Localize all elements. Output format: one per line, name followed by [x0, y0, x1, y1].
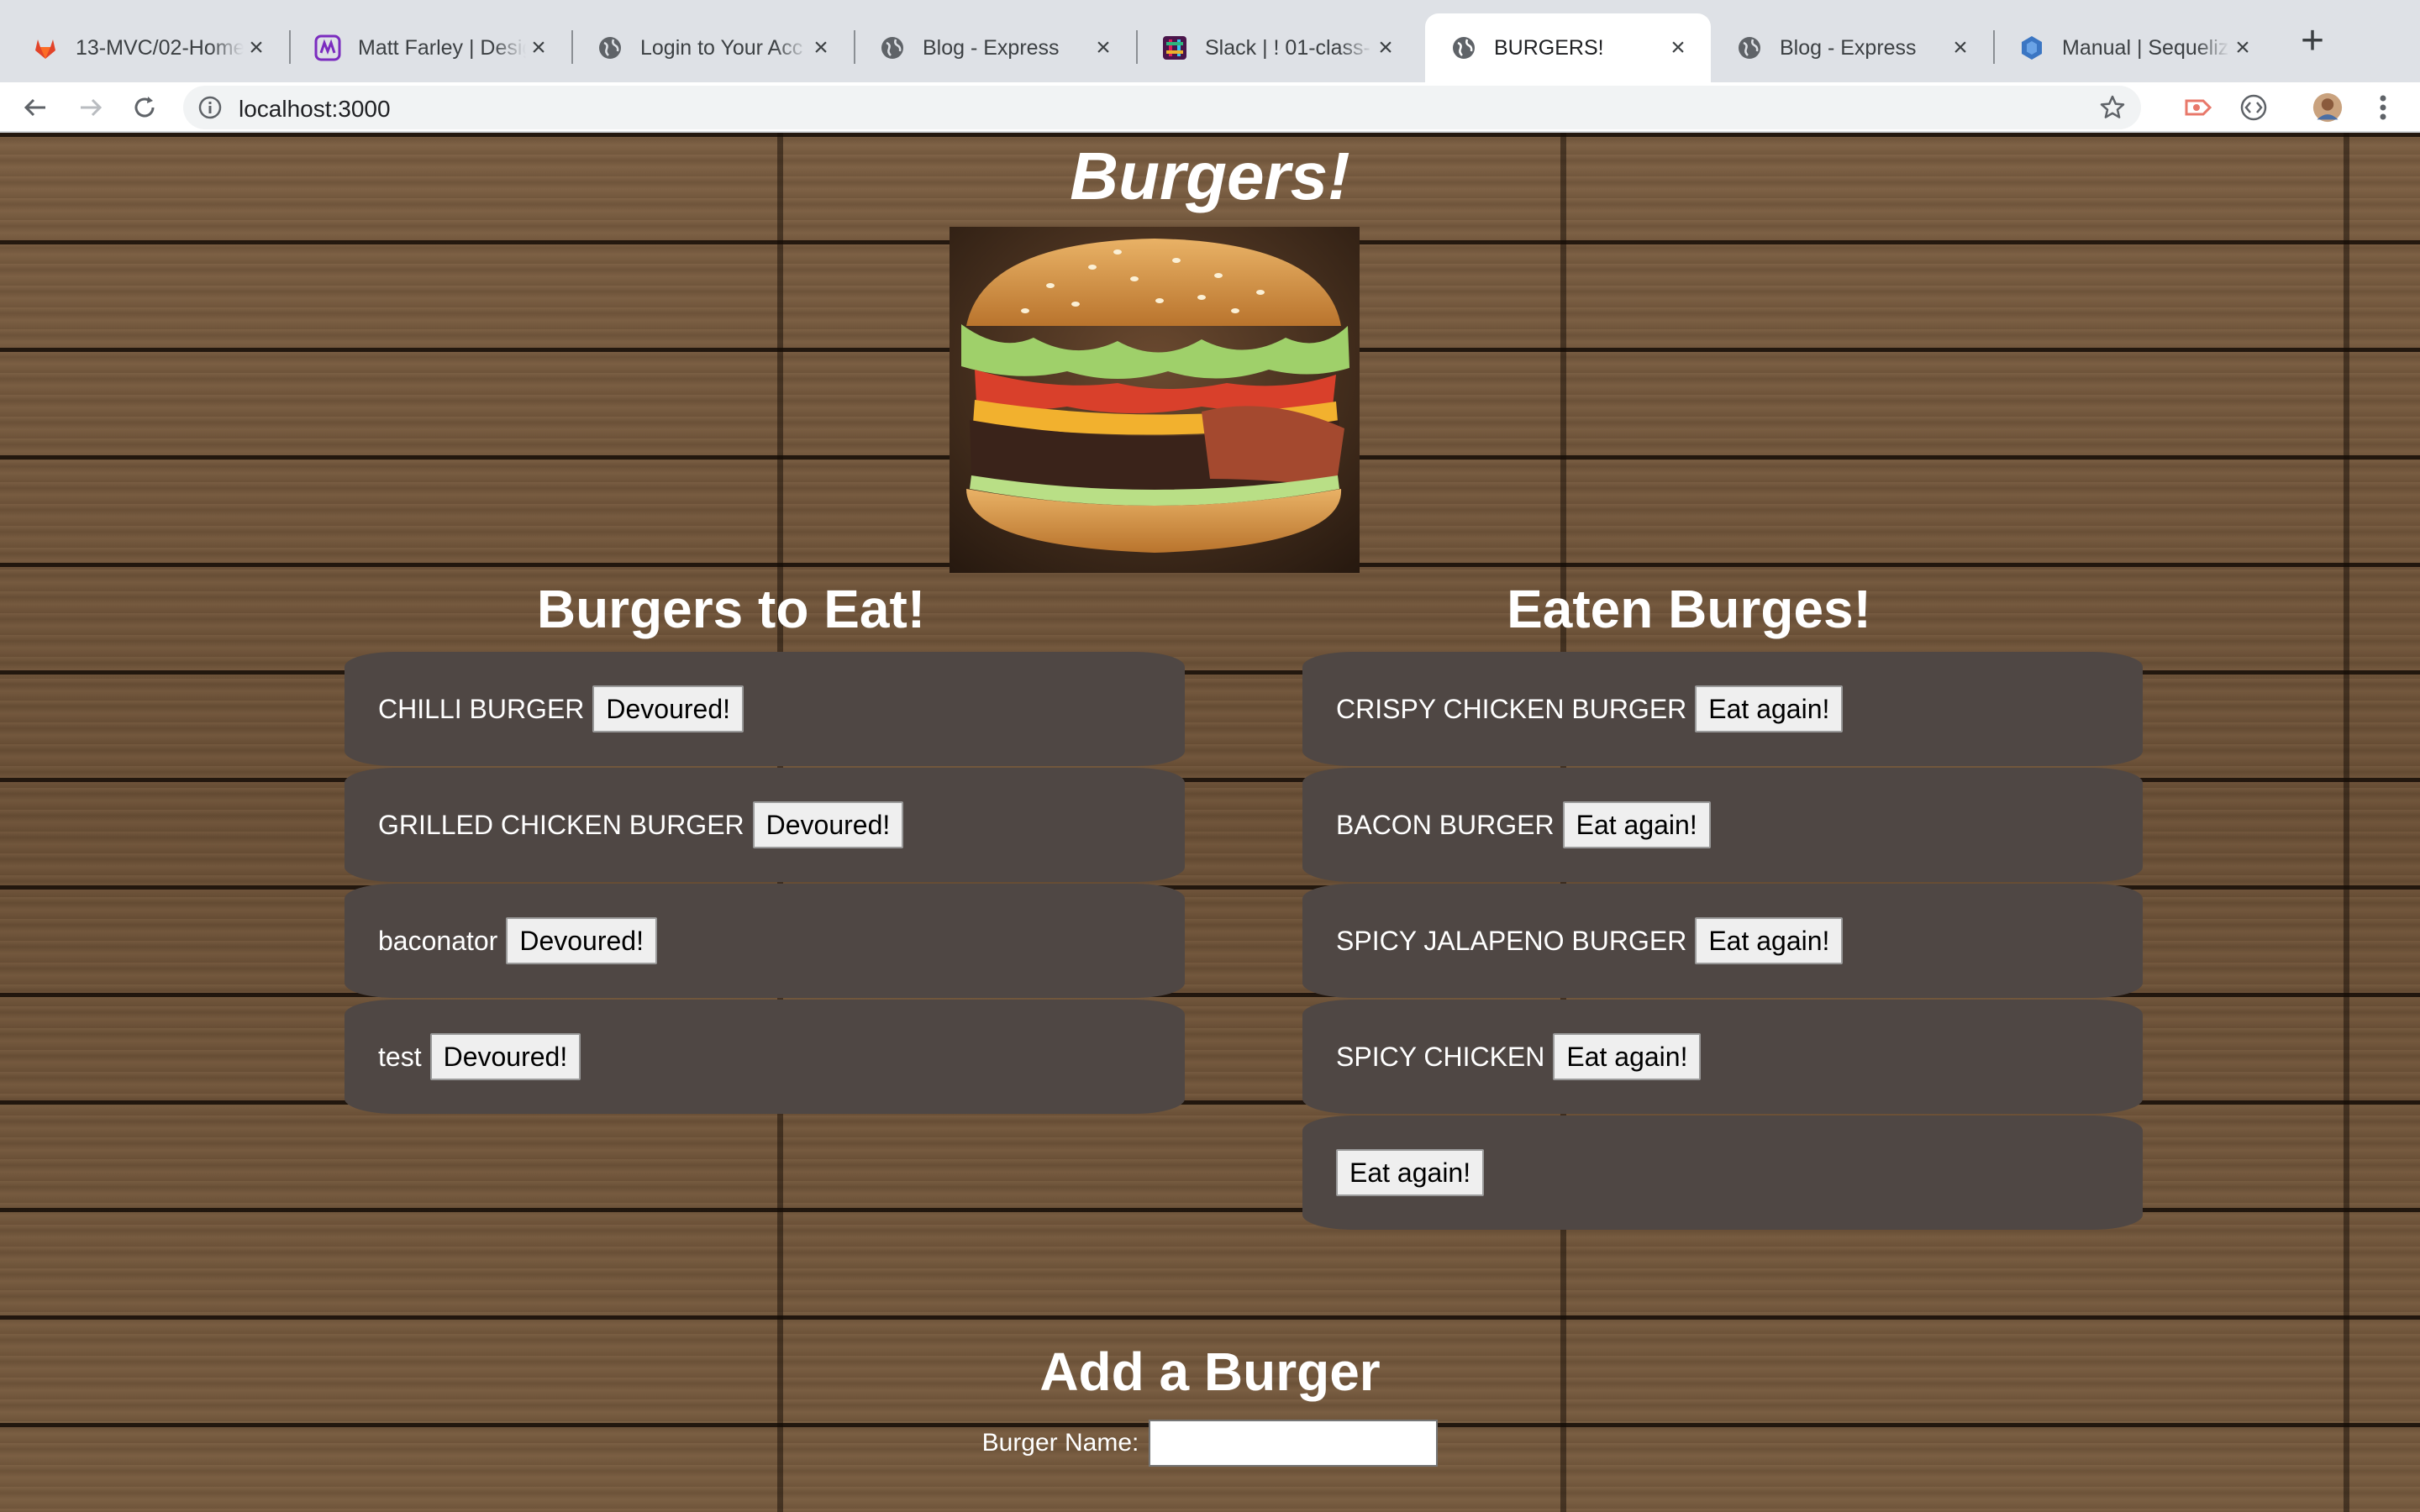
tab-title: Blog - Express — [1780, 35, 1917, 60]
close-icon[interactable]: × — [1373, 35, 1398, 60]
tab-strip: 13-MVC/02-Home × Matt Farley | Desig × L… — [0, 0, 2420, 82]
to-eat-list: CHILLI BURGER Devoured! GRILLED CHICKEN … — [345, 652, 1185, 1116]
close-icon[interactable]: × — [1091, 35, 1116, 60]
devour-button[interactable]: Devoured! — [506, 917, 657, 964]
globe-icon — [597, 34, 623, 61]
list-item: baconator Devoured! — [345, 884, 1185, 998]
tab-2[interactable]: Login to Your Acc × — [571, 13, 855, 82]
devour-button[interactable]: Devoured! — [429, 1033, 581, 1080]
tab-title: BURGERS! — [1494, 35, 1604, 60]
tab-6[interactable]: Blog - Express × — [1711, 13, 1995, 82]
eat-again-button[interactable]: Eat again! — [1695, 685, 1844, 732]
burger-name: test — [378, 1041, 422, 1072]
burger-name-label: Burger Name: — [981, 1429, 1139, 1457]
extension-code-icon[interactable] — [2238, 92, 2269, 123]
close-icon[interactable]: × — [526, 35, 551, 60]
list-item: CRISPY CHICKEN BURGER Eat again! — [1302, 652, 2143, 766]
tab-title: Login to Your Acc — [640, 35, 803, 60]
menu-kebab-icon[interactable] — [2368, 92, 2398, 123]
forward-icon[interactable] — [74, 91, 108, 124]
close-icon[interactable]: × — [1948, 35, 1973, 60]
back-icon[interactable] — [18, 91, 52, 124]
sequelize-icon — [2018, 34, 2045, 61]
tab-7[interactable]: Manual | Sequelize × — [1993, 13, 2275, 82]
close-icon[interactable]: × — [808, 35, 834, 60]
globe-icon — [1736, 34, 1763, 61]
eat-again-button[interactable]: Eat again! — [1695, 917, 1844, 964]
burger-name: GRILLED CHICKEN BURGER — [378, 809, 744, 840]
gitlab-icon — [32, 34, 59, 61]
eat-again-button[interactable]: Eat again! — [1553, 1033, 1702, 1080]
to-eat-heading: Burgers to Eat! — [536, 579, 926, 639]
add-burger-heading: Add a Burger — [1039, 1341, 1381, 1402]
burger-name: CRISPY CHICKEN BURGER — [1336, 693, 1687, 724]
profile-avatar[interactable] — [2312, 92, 2343, 123]
globe-icon — [879, 34, 906, 61]
close-icon[interactable]: × — [2230, 35, 2255, 60]
tab-4[interactable]: Slack | ! 01-class- × — [1136, 13, 1418, 82]
list-item: BACON BURGER Eat again! — [1302, 768, 2143, 882]
devour-button[interactable]: Devoured! — [592, 685, 744, 732]
eat-again-button[interactable]: Eat again! — [1336, 1149, 1485, 1196]
list-item: SPICY CHICKEN Eat again! — [1302, 1000, 2143, 1114]
tab-1[interactable]: Matt Farley | Desig × — [289, 13, 573, 82]
browser-toolbar: localhost:3000 — [0, 82, 2420, 133]
burger-name-input[interactable] — [1149, 1420, 1439, 1467]
page-title: Burgers! — [1070, 139, 1350, 213]
new-tab-button[interactable]: + — [2292, 21, 2333, 62]
globe-icon — [1450, 34, 1477, 61]
burger-name: BACON BURGER — [1336, 809, 1555, 840]
eat-again-button[interactable]: Eat again! — [1562, 801, 1711, 848]
list-item: GRILLED CHICKEN BURGER Devoured! — [345, 768, 1185, 882]
burger-name: SPICY JALAPENO BURGER — [1336, 925, 1687, 956]
bookmark-star-icon[interactable] — [2099, 94, 2126, 121]
close-icon[interactable]: × — [244, 35, 269, 60]
tab-title: Manual | Sequelize — [2062, 35, 2230, 60]
tab-title: 13-MVC/02-Home — [76, 35, 244, 60]
devour-button[interactable]: Devoured! — [752, 801, 904, 848]
burger-name: baconator — [378, 925, 498, 956]
eaten-list: CRISPY CHICKEN BURGER Eat again! BACON B… — [1302, 652, 2143, 1231]
tab-3[interactable]: Blog - Express × — [854, 13, 1138, 82]
tab-title: Blog - Express — [923, 35, 1060, 60]
portfolio-icon — [314, 34, 341, 61]
burger-image — [950, 227, 1360, 573]
list-item: SPICY JALAPENO BURGER Eat again! — [1302, 884, 2143, 998]
tab-5-active[interactable]: BURGERS! × — [1425, 13, 1711, 82]
burger-name: CHILLI BURGER — [378, 693, 585, 724]
address-bar[interactable]: localhost:3000 — [183, 86, 2141, 129]
tab-title: Slack | ! 01-class- — [1205, 35, 1370, 60]
info-icon[interactable] — [198, 96, 222, 119]
list-item: test Devoured! — [345, 1000, 1185, 1114]
tab-title: Matt Farley | Desig — [358, 35, 526, 60]
extension-cast-icon[interactable] — [2183, 92, 2213, 123]
add-burger-form: Burger Name: — [0, 1420, 2420, 1467]
reload-icon[interactable] — [128, 91, 161, 124]
burger-name: SPICY CHICKEN — [1336, 1041, 1545, 1072]
list-item: CHILLI BURGER Devoured! — [345, 652, 1185, 766]
slack-icon — [1161, 34, 1188, 61]
tab-0[interactable]: 13-MVC/02-Home × — [7, 13, 291, 82]
list-item: Eat again! — [1302, 1116, 2143, 1230]
page-content: Burgers! Burgers to Eat! Eaten Burges! C… — [0, 133, 2420, 1512]
url-text[interactable]: localhost:3000 — [239, 96, 391, 123]
close-icon[interactable]: × — [1665, 35, 1691, 60]
eaten-heading: Eaten Burges! — [1507, 579, 1871, 639]
